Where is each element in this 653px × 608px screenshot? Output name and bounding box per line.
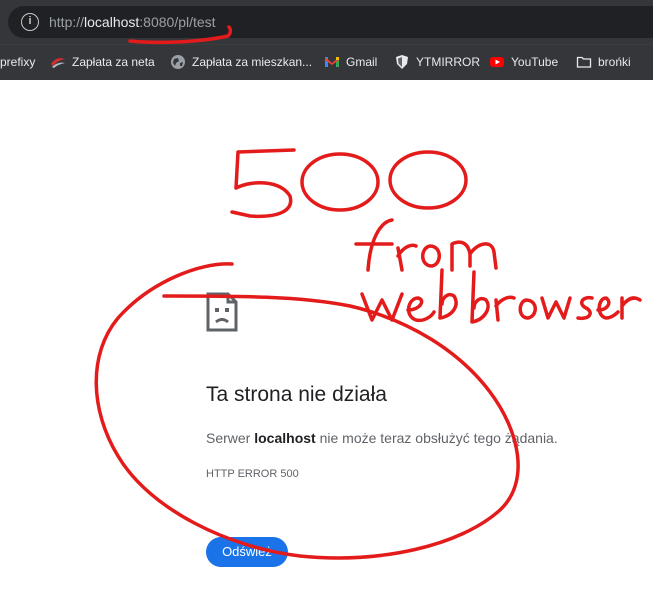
globe-icon [171, 55, 185, 69]
error-page: Ta strona nie działa Serwer localhost ni… [0, 80, 653, 608]
reload-button[interactable]: Odśwież [206, 537, 288, 567]
bookmark-zaplata-neta[interactable]: Zapłata za neta [50, 53, 155, 71]
bank-logo-icon [51, 58, 65, 68]
bookmark-label: Zapłata za neta [72, 55, 155, 69]
gmail-icon [325, 57, 339, 67]
sad-page-icon [206, 292, 238, 332]
browser-chrome: i http://localhost:8080/pl/test prefixy … [0, 0, 653, 80]
url-text[interactable]: http://localhost:8080/pl/test [49, 14, 216, 30]
bookmark-prefixy[interactable]: prefixy [0, 53, 35, 71]
bookmark-ytmirror[interactable]: YTMIRROR [394, 53, 480, 71]
bookmark-label: YouTube [511, 55, 559, 69]
address-bar[interactable]: i http://localhost:8080/pl/test [8, 6, 653, 38]
bookmark-zaplata-mieszkanie[interactable]: Zapłata za mieszkan... [170, 53, 312, 71]
bookmark-folder-bronki[interactable]: brońki [576, 53, 631, 71]
page-title: Ta strona nie działa [206, 383, 387, 406]
bookmarks-bar: prefixy Zapłata za neta Zapłata za miesz… [0, 44, 653, 80]
bookmark-label: YTMIRROR [416, 55, 480, 69]
youtube-icon [490, 57, 504, 67]
bookmark-gmail[interactable]: Gmail [324, 53, 377, 71]
address-row: i http://localhost:8080/pl/test [0, 0, 653, 44]
bookmark-label: Gmail [346, 55, 378, 69]
error-description: Serwer localhost nie może teraz obsłużyć… [206, 430, 558, 446]
error-code: HTTP ERROR 500 [206, 468, 299, 480]
bookmark-label: brońki [598, 55, 631, 69]
bookmark-label: Zapłata za mieszkan... [192, 55, 313, 69]
bookmark-label: prefixy [0, 55, 36, 69]
shield-icon [396, 55, 408, 69]
bookmark-youtube[interactable]: YouTube [489, 53, 558, 71]
folder-icon [576, 56, 592, 68]
info-icon[interactable]: i [21, 13, 39, 31]
